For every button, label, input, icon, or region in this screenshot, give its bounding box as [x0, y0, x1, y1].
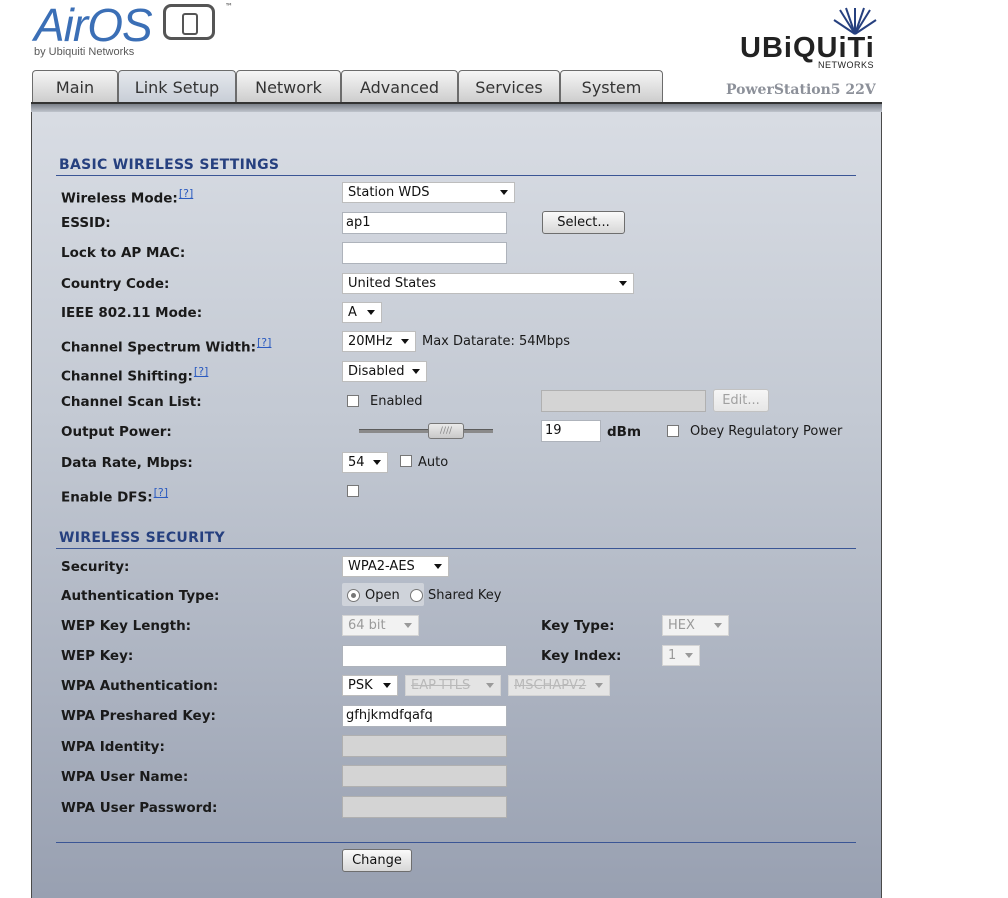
- security-label: Security:: [61, 559, 130, 575]
- eap-method-select: EAP-TTLS: [405, 675, 501, 696]
- wpa-identity-input: [342, 735, 507, 757]
- airos-device-icon: [163, 4, 215, 40]
- wep-key-label: WEP Key:: [61, 648, 134, 664]
- lock-ap-mac-input[interactable]: [342, 242, 507, 264]
- channel-shifting-label: Channel Shifting:[?]: [61, 365, 209, 385]
- tab-services[interactable]: Services: [458, 70, 560, 102]
- tab-link-setup[interactable]: Link Setup: [118, 70, 236, 103]
- section-divider: [56, 175, 856, 176]
- enable-dfs-label: Enable DFS:[?]: [61, 486, 169, 506]
- tab-system[interactable]: System: [560, 70, 663, 102]
- wpa-authentication-label: WPA Authentication:: [61, 678, 219, 694]
- lock-ap-mac-label: Lock to AP MAC:: [61, 245, 186, 261]
- tab-advanced[interactable]: Advanced: [341, 70, 458, 102]
- output-power-input[interactable]: 19: [541, 420, 601, 442]
- chevron-down-icon: [373, 460, 381, 465]
- help-link[interactable]: [?]: [194, 365, 208, 378]
- auth-open-radio[interactable]: [347, 589, 360, 602]
- enable-dfs-checkbox[interactable]: [347, 485, 359, 497]
- ubiquiti-logo: UBiQUiTi NETWORKS: [740, 6, 880, 76]
- authentication-type-label: Authentication Type:: [61, 588, 220, 604]
- security-select[interactable]: WPA2-AES: [342, 556, 449, 577]
- chevron-down-icon: [412, 369, 420, 374]
- change-button[interactable]: Change: [342, 849, 412, 872]
- dbm-unit-label: dBm: [607, 424, 642, 440]
- chevron-down-icon: [404, 623, 412, 628]
- wpa-user-name-input: [342, 765, 507, 787]
- panel-top-bar: [31, 102, 882, 112]
- wpa-authentication-select[interactable]: PSK: [342, 675, 398, 696]
- airos-logo-text: AirOS: [34, 0, 153, 51]
- wireless-mode-select[interactable]: Station WDS: [342, 182, 515, 203]
- tab-main[interactable]: Main: [32, 70, 118, 102]
- section-divider: [56, 548, 856, 549]
- scan-list-input: [541, 390, 706, 412]
- channel-shifting-select[interactable]: Disabled: [342, 361, 427, 382]
- data-rate-auto-checkbox[interactable]: [400, 455, 412, 467]
- data-rate-auto-label: Auto: [418, 455, 449, 470]
- inner-auth-select: MSCHAPV2: [508, 675, 610, 696]
- auth-shared-key-radio[interactable]: [410, 589, 423, 602]
- ieee-mode-label: IEEE 802.11 Mode:: [61, 305, 203, 321]
- data-rate-label: Data Rate, Mbps:: [61, 455, 193, 471]
- wireless-security-title: WIRELESS SECURITY: [59, 530, 225, 546]
- trademark-mark: ™: [225, 2, 233, 11]
- chevron-down-icon: [367, 310, 375, 315]
- wpa-preshared-key-label: WPA Preshared Key:: [61, 708, 216, 724]
- scan-list-enabled-checkbox[interactable]: [347, 395, 359, 407]
- chevron-down-icon: [685, 653, 693, 658]
- ubiquiti-logo-subtext: NETWORKS: [817, 60, 874, 70]
- chevron-down-icon: [500, 190, 508, 195]
- channel-spectrum-width-select[interactable]: 20MHz: [342, 331, 416, 352]
- wireless-mode-label: Wireless Mode:[?]: [61, 187, 194, 207]
- airos-logo: AirOS ™ by Ubiquiti Networks: [34, 0, 244, 62]
- chevron-down-icon: [486, 683, 494, 688]
- device-name: PowerStation5 22V: [726, 82, 876, 98]
- essid-label: ESSID:: [61, 215, 111, 231]
- wpa-user-password-label: WPA User Password:: [61, 800, 218, 816]
- obey-regulatory-label: Obey Regulatory Power: [690, 424, 843, 439]
- wep-key-length-label: WEP Key Length:: [61, 618, 192, 634]
- auth-shared-key-label: Shared Key: [428, 588, 502, 603]
- wpa-identity-label: WPA Identity:: [61, 739, 165, 755]
- key-type-label: Key Type:: [541, 618, 615, 634]
- wpa-user-password-input: [342, 796, 507, 818]
- scan-list-enabled-label: Enabled: [370, 394, 423, 409]
- edit-scan-list-button: Edit...: [713, 389, 769, 412]
- wpa-user-name-label: WPA User Name:: [61, 769, 189, 785]
- chevron-down-icon: [401, 339, 409, 344]
- basic-wireless-settings-title: BASIC WIRELESS SETTINGS: [59, 157, 280, 173]
- wpa-preshared-key-input[interactable]: gfhjkmdfqafq: [342, 705, 507, 727]
- key-index-select: 1: [662, 645, 700, 666]
- output-power-slider-track[interactable]: [359, 429, 493, 433]
- output-power-label: Output Power:: [61, 424, 172, 440]
- key-type-select: HEX: [662, 615, 729, 636]
- output-power-slider-thumb[interactable]: ////: [428, 423, 464, 439]
- chevron-down-icon: [434, 564, 442, 569]
- ieee-mode-select[interactable]: A: [342, 302, 382, 323]
- country-code-label: Country Code:: [61, 276, 170, 292]
- chevron-down-icon: [714, 623, 722, 628]
- channel-scan-list-label: Channel Scan List:: [61, 394, 202, 410]
- tab-network[interactable]: Network: [236, 70, 341, 102]
- help-link[interactable]: [?]: [257, 336, 271, 349]
- max-datarate-text: Max Datarate: 54Mbps: [422, 334, 571, 349]
- key-index-label: Key Index:: [541, 648, 622, 664]
- help-link[interactable]: [?]: [154, 486, 168, 499]
- wep-key-input: [342, 645, 507, 667]
- chevron-down-icon: [619, 281, 627, 286]
- chevron-down-icon: [595, 683, 603, 688]
- essid-input[interactable]: ap1: [342, 212, 507, 234]
- chevron-down-icon: [383, 683, 391, 688]
- section-divider: [56, 842, 856, 843]
- channel-spectrum-width-label: Channel Spectrum Width:[?]: [61, 336, 272, 356]
- auth-open-label: Open: [365, 588, 400, 603]
- obey-regulatory-checkbox[interactable]: [667, 425, 679, 437]
- select-essid-button[interactable]: Select...: [542, 211, 625, 234]
- airos-byline: by Ubiquiti Networks: [34, 46, 135, 58]
- wep-key-length-select: 64 bit: [342, 615, 419, 636]
- help-link[interactable]: [?]: [179, 187, 193, 200]
- country-code-select[interactable]: United States: [342, 273, 634, 294]
- data-rate-select[interactable]: 54: [342, 452, 388, 473]
